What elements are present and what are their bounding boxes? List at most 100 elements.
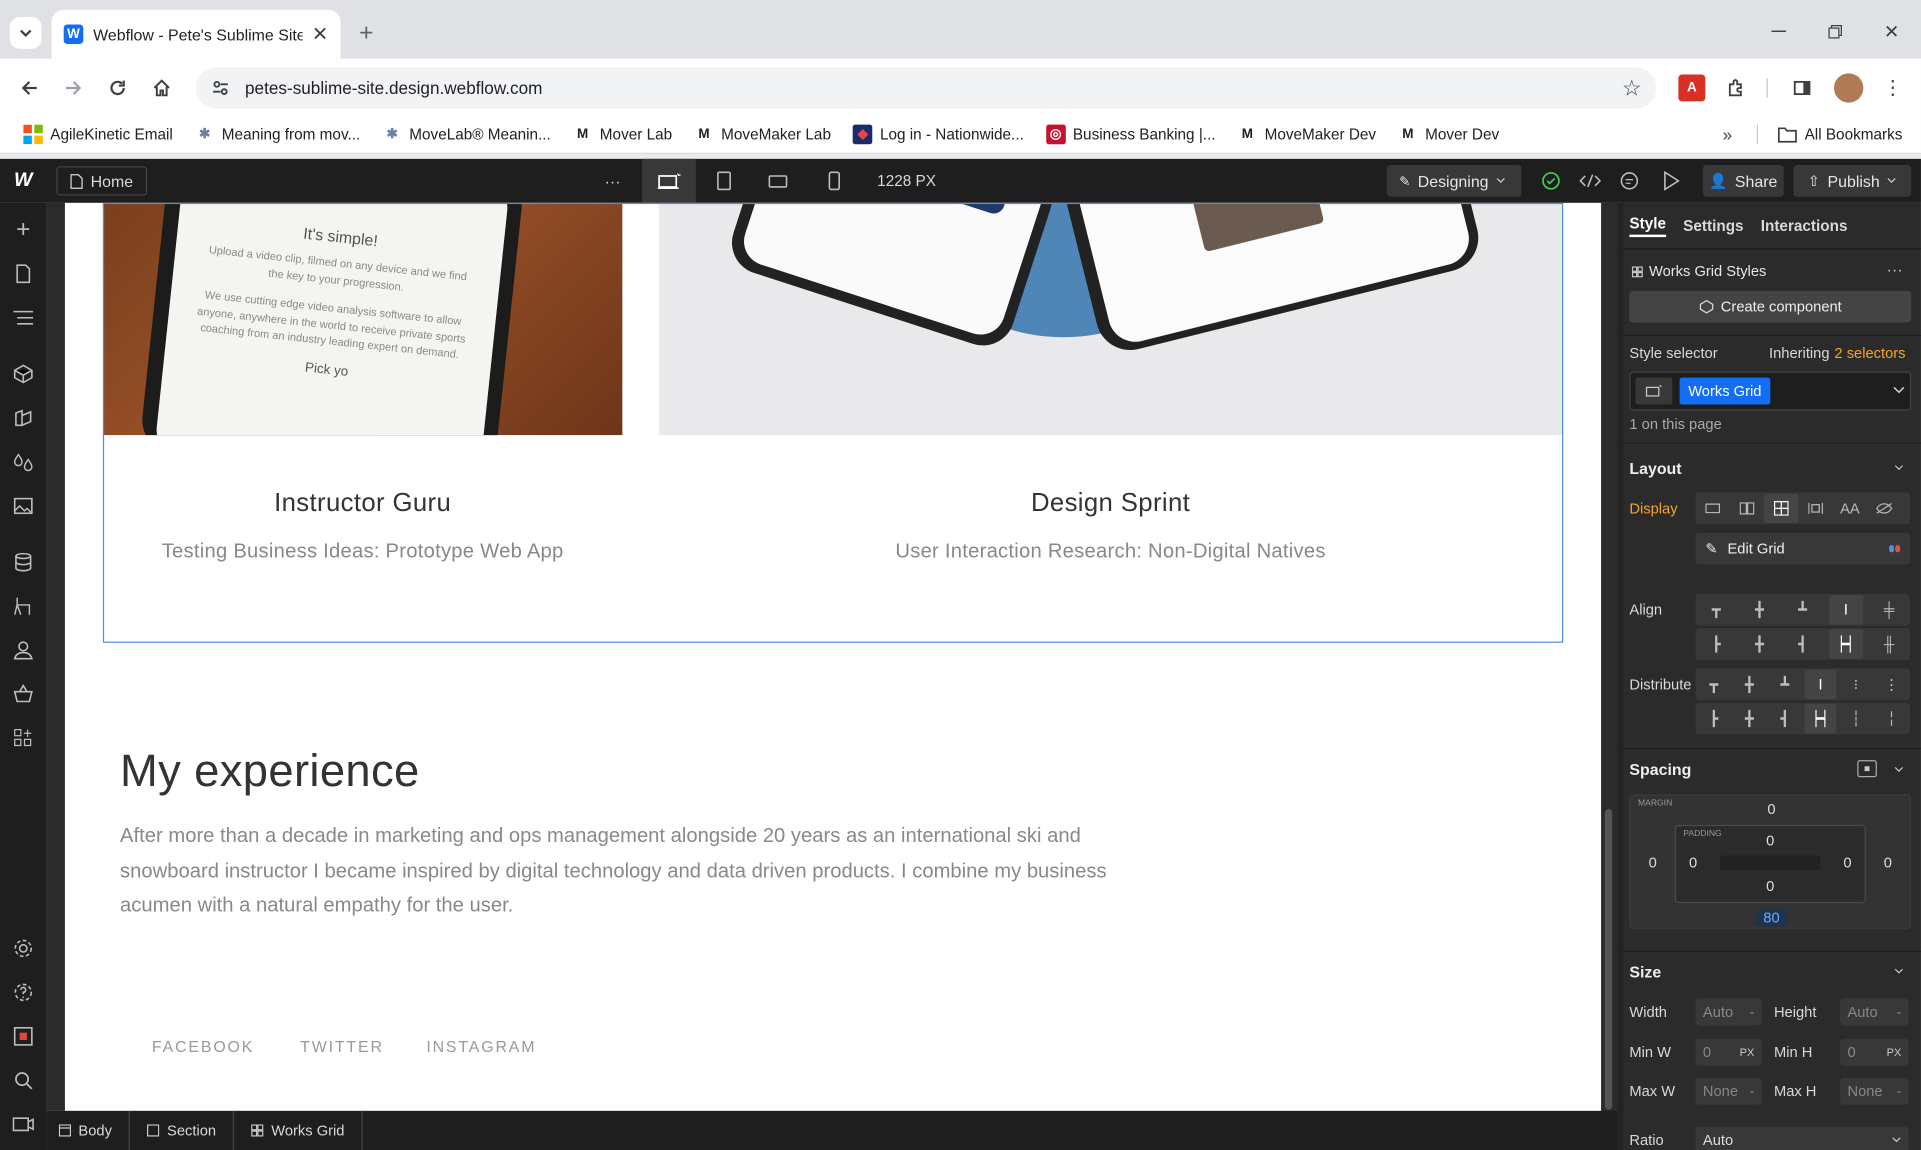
bookmark-item[interactable]: ◎ Business Banking |... xyxy=(1035,118,1227,150)
tab-style[interactable]: Style xyxy=(1629,214,1667,237)
min-height-field[interactable]: 0 PX xyxy=(1840,1038,1909,1066)
chevron-down-icon[interactable] xyxy=(1894,464,1904,471)
more-bookmarks-icon[interactable]: » xyxy=(1715,122,1740,146)
tab-search-button[interactable] xyxy=(9,17,42,49)
tab-settings[interactable]: Settings xyxy=(1683,217,1743,234)
justify-start-icon[interactable]: ┣ xyxy=(1699,629,1733,658)
extensions-icon[interactable] xyxy=(1722,75,1749,102)
padding-left-value[interactable]: 0 xyxy=(1683,854,1703,871)
breakpoint-landscape-icon[interactable] xyxy=(762,159,794,203)
help-icon[interactable] xyxy=(0,970,47,1014)
align-stretch-icon[interactable]: Ⅰ xyxy=(1828,595,1864,625)
distribute-around-icon[interactable]: ⋮ xyxy=(1876,670,1908,699)
distribute-end-icon[interactable]: ┻ xyxy=(1769,670,1801,699)
margin-right-value[interactable]: 0 xyxy=(1873,854,1902,871)
logic-icon[interactable] xyxy=(0,584,47,628)
style-guide-icon[interactable] xyxy=(0,396,47,440)
unit-dash[interactable]: - xyxy=(1749,1083,1754,1100)
twitter-link[interactable]: TWITTER xyxy=(300,1038,384,1056)
breadcrumb-body[interactable]: Body xyxy=(47,1110,131,1150)
display-label[interactable]: Display xyxy=(1629,500,1677,517)
ecommerce-icon[interactable] xyxy=(0,672,47,716)
max-width-field[interactable]: None - xyxy=(1695,1077,1762,1105)
add-elements-icon[interactable]: + xyxy=(0,208,47,252)
pages-icon[interactable] xyxy=(0,252,47,296)
margin-top-value[interactable]: 0 xyxy=(1763,800,1780,817)
close-tab-icon[interactable]: ✕ xyxy=(312,22,328,46)
bookmark-item[interactable]: ✱ MoveLab® Meanin... xyxy=(371,118,562,150)
unit-px[interactable]: PX xyxy=(1887,1046,1902,1058)
publish-status-check-icon[interactable] xyxy=(1539,159,1564,203)
spacing-mode-icon[interactable] xyxy=(1857,760,1877,778)
padding-top-value[interactable]: 0 xyxy=(1762,832,1779,849)
display-flex-icon[interactable] xyxy=(1730,494,1764,523)
page-selector[interactable]: Home xyxy=(56,166,147,196)
users-icon[interactable] xyxy=(0,628,47,672)
canvas-scrollbar-thumb[interactable] xyxy=(1604,809,1613,1110)
selector-state-icon[interactable] xyxy=(1635,377,1673,405)
video-tutorials-icon[interactable] xyxy=(0,1102,47,1146)
navigator-icon[interactable] xyxy=(0,296,47,340)
browser-menu-icon[interactable]: ⋮ xyxy=(1879,75,1906,102)
ratio-select[interactable]: Auto xyxy=(1695,1126,1909,1150)
all-bookmarks-button[interactable]: All Bookmarks xyxy=(1767,119,1914,151)
display-inline-block-icon[interactable] xyxy=(1798,494,1832,523)
chevron-down-icon[interactable] xyxy=(1894,766,1904,773)
instagram-link[interactable]: INSTAGRAM xyxy=(426,1038,536,1056)
mode-selector[interactable]: ✎ Designing xyxy=(1386,164,1522,197)
restore-icon[interactable] xyxy=(1823,20,1848,44)
distribute-start-icon[interactable]: ┳ xyxy=(1698,670,1730,699)
panel-resize-handle[interactable] xyxy=(1617,202,1624,1150)
assets-icon[interactable] xyxy=(0,484,47,528)
breadcrumb-section[interactable]: Section xyxy=(130,1110,235,1150)
variables-icon[interactable] xyxy=(0,440,47,484)
work-image-design-sprint[interactable] xyxy=(659,202,1563,436)
unit-dash[interactable]: - xyxy=(1896,1083,1901,1100)
justify-baseline-icon[interactable]: ╫ xyxy=(1872,629,1906,658)
distribute-between-icon[interactable]: ⁝ xyxy=(1840,670,1872,699)
new-tab-icon[interactable]: + xyxy=(353,19,380,47)
design-canvas[interactable]: It's simple! Upload a video clip, filmed… xyxy=(64,202,1602,1111)
width-field[interactable]: Auto - xyxy=(1695,998,1762,1026)
min-width-field[interactable]: 0 PX xyxy=(1695,1038,1762,1066)
bookmark-item[interactable]: M Mover Dev xyxy=(1387,118,1510,150)
size-section-title[interactable]: Size xyxy=(1629,963,1661,981)
breadcrumb-works-grid[interactable]: Works Grid xyxy=(234,1110,363,1150)
inheriting-selectors-link[interactable]: 2 selectors xyxy=(1834,345,1905,362)
apps-icon[interactable] xyxy=(0,716,47,760)
element-more-icon[interactable]: ··· xyxy=(1887,260,1903,278)
breakpoint-tablet-icon[interactable] xyxy=(708,159,740,203)
home-icon[interactable] xyxy=(147,73,176,102)
recording-icon[interactable] xyxy=(0,1014,47,1058)
url-text[interactable]: petes-sublime-site.design.webflow.com xyxy=(245,78,1607,98)
unit-dash[interactable]: - xyxy=(1749,1003,1754,1020)
bookmark-star-icon[interactable]: ☆ xyxy=(1622,75,1642,101)
bookmark-item[interactable]: M MoveMaker Lab xyxy=(683,118,842,150)
bookmark-item[interactable]: M MoveMaker Dev xyxy=(1227,118,1387,150)
settings-gear-icon[interactable] xyxy=(0,926,47,970)
create-component-button[interactable]: Create component xyxy=(1629,290,1912,323)
display-block-icon[interactable] xyxy=(1696,494,1730,523)
distribute-h-center-icon[interactable]: ╋ xyxy=(1734,704,1766,733)
align-baseline-icon[interactable]: ╪ xyxy=(1872,595,1906,624)
align-end-icon[interactable]: ┻ xyxy=(1786,595,1820,624)
pdf-extension-icon[interactable]: A xyxy=(1678,74,1706,102)
margin-bottom-value[interactable]: 80 xyxy=(1755,909,1788,927)
search-icon[interactable] xyxy=(0,1058,47,1102)
style-selector-field[interactable]: Works Grid xyxy=(1629,371,1912,411)
distribute-h-start-icon[interactable]: ┣ xyxy=(1698,704,1730,733)
publish-button[interactable]: ⇧ Publish xyxy=(1793,164,1912,197)
chevron-down-icon[interactable] xyxy=(1894,968,1904,975)
distribute-h-between-icon[interactable]: ┆ xyxy=(1840,704,1872,733)
display-inline-icon[interactable]: AA xyxy=(1833,494,1867,523)
breakpoint-mobile-icon[interactable] xyxy=(818,159,850,203)
layout-section-title[interactable]: Layout xyxy=(1629,460,1681,478)
share-button[interactable]: 👤 Share xyxy=(1702,164,1784,197)
code-icon[interactable] xyxy=(1578,159,1603,203)
justify-stretch-icon[interactable]: ┝┥ xyxy=(1828,629,1864,659)
back-icon[interactable] xyxy=(15,73,44,102)
cms-icon[interactable] xyxy=(0,540,47,584)
justify-center-icon[interactable]: ╋ xyxy=(1742,629,1776,658)
unit-dash[interactable]: - xyxy=(1896,1003,1901,1020)
margin-left-value[interactable]: 0 xyxy=(1638,854,1667,871)
